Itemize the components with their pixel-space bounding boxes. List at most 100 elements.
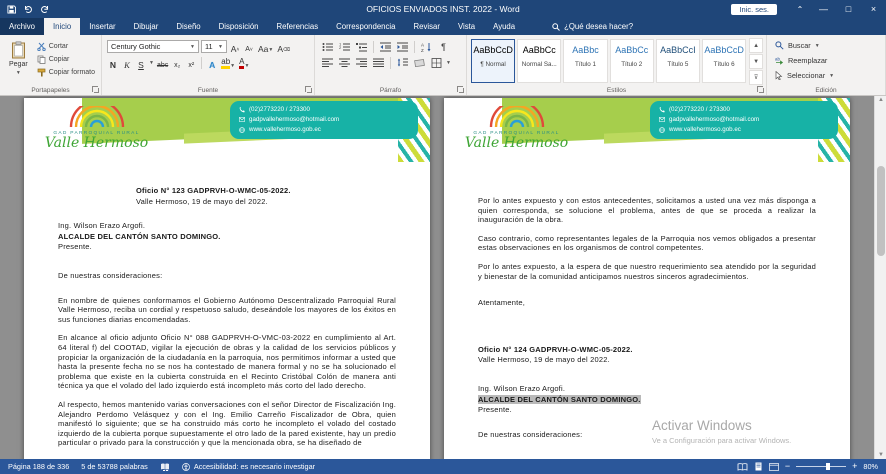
tab-ayuda[interactable]: Ayuda [484, 18, 524, 35]
tab-inicio[interactable]: Inicio [44, 18, 80, 35]
tab-insertar[interactable]: Insertar [80, 18, 124, 35]
grow-font-button[interactable]: A˄ [229, 40, 241, 53]
styles-more-button[interactable]: ⊽ [749, 70, 763, 85]
close-button[interactable]: × [861, 0, 886, 18]
ribbon-display-options-icon[interactable]: ⌃ [789, 0, 811, 18]
change-case-button[interactable]: Aa▼ [257, 40, 274, 53]
minimize-button[interactable]: — [811, 0, 836, 18]
tab-referencias[interactable]: Referencias [268, 18, 328, 35]
tab-archivo[interactable]: Archivo [0, 18, 44, 35]
scroll-up-icon[interactable]: ▲ [875, 97, 886, 103]
subscript-button[interactable]: x₂ [171, 56, 183, 69]
page-header: (02)2773220 / 273300 gadpvallehermoso@ho… [24, 98, 430, 178]
show-marks-button[interactable]: ¶ [436, 40, 451, 53]
maximize-button[interactable]: □ [836, 0, 861, 18]
increase-indent-button[interactable] [395, 40, 410, 53]
style-titulo-6[interactable]: AaBbCcD Título 6 [702, 39, 746, 83]
cursor-icon [775, 71, 783, 80]
shading-button[interactable] [412, 56, 427, 69]
borders-button[interactable] [429, 56, 444, 69]
zoom-slider[interactable] [796, 466, 846, 467]
style-titulo-1[interactable]: AaBbc Título 1 [563, 39, 607, 83]
decrease-indent-button[interactable] [378, 40, 393, 53]
tab-revisar[interactable]: Revisar [405, 18, 449, 35]
zoom-out-button[interactable]: − [785, 462, 790, 471]
text-effects-button[interactable]: A [206, 56, 218, 69]
find-button[interactable]: Buscar ▼ [770, 38, 882, 53]
line-spacing-button[interactable] [395, 56, 410, 69]
vertical-scrollbar[interactable]: ▲ ▼ [874, 96, 886, 459]
replace-button[interactable]: ab Reemplazar [770, 53, 882, 68]
highlight-button[interactable]: ab▼ [220, 56, 236, 69]
tab-diseno[interactable]: Diseño [167, 18, 209, 35]
align-center-button[interactable] [337, 56, 352, 69]
globe-icon [659, 127, 665, 133]
strikethrough-button[interactable]: abc [156, 56, 169, 69]
zoom-in-button[interactable]: + [852, 462, 857, 471]
print-layout-button[interactable] [754, 462, 763, 471]
numbering-button[interactable]: 12 [337, 40, 352, 53]
select-button[interactable]: Seleccionar ▼ [770, 68, 882, 83]
chevron-down-icon: ▼ [218, 44, 223, 50]
clear-formatting-button[interactable]: A⌫ [276, 40, 291, 53]
svg-text:A: A [421, 42, 424, 47]
styles-scroll-up-button[interactable]: ▲ [749, 38, 763, 53]
page-count[interactable]: Página 188 de 336 [8, 462, 69, 471]
undo-icon[interactable] [23, 5, 33, 14]
scroll-down-icon[interactable]: ▼ [875, 452, 886, 458]
tell-me-box[interactable]: ¿Qué desea hacer? [552, 18, 633, 35]
scissors-icon [37, 42, 46, 51]
align-left-button[interactable] [320, 56, 335, 69]
shrink-font-button[interactable]: A˅ [243, 40, 255, 53]
document-page-right[interactable]: (02)2773220 / 273300 gadpvallehermoso@ho… [444, 98, 850, 459]
cut-button[interactable]: Cortar [34, 40, 98, 53]
group-font: Century Gothic▼ 11▼ A˄ A˅ Aa▼ A⌫ N K S ▼… [102, 35, 315, 95]
mail-icon [659, 117, 665, 122]
styles-scroll-down-button[interactable]: ▼ [749, 54, 763, 69]
document-page-left[interactable]: (02)2773220 / 273300 gadpvallehermoso@ho… [24, 98, 430, 459]
font-family-select[interactable]: Century Gothic▼ [107, 40, 199, 53]
multilevel-list-button[interactable] [354, 40, 369, 53]
window-title: OFICIOS ENVIADOS INST. 2022 - Word [366, 4, 519, 14]
page-header: (02)2773220 / 273300 gadpvallehermoso@ho… [444, 98, 850, 178]
font-size-select[interactable]: 11▼ [201, 40, 227, 53]
tell-me-label: ¿Qué desea hacer? [564, 22, 633, 31]
tab-disposicion[interactable]: Disposición [210, 18, 268, 35]
chevron-down-icon[interactable]: ▼ [149, 60, 154, 66]
spellcheck-icon[interactable] [160, 463, 170, 471]
tab-correspondencia[interactable]: Correspondencia [327, 18, 404, 35]
paste-button[interactable]: Pegar ▼ [3, 38, 34, 79]
svg-text:Z: Z [421, 48, 424, 52]
chevron-down-icon[interactable]: ▼ [446, 60, 451, 66]
word-count[interactable]: 5 de 53788 palabras [81, 462, 148, 471]
style-no-spacing[interactable]: AaBbCc Normal Sa... [517, 39, 561, 83]
tab-vista[interactable]: Vista [449, 18, 484, 35]
align-right-button[interactable] [354, 56, 369, 69]
read-mode-button[interactable] [737, 463, 748, 471]
font-color-button[interactable]: A▼ [238, 56, 250, 69]
scrollbar-thumb[interactable] [877, 166, 885, 256]
redo-icon[interactable] [40, 5, 50, 14]
style-titulo-2[interactable]: AaBbCc Título 2 [610, 39, 654, 83]
signin-button[interactable]: Inic. ses. [731, 4, 777, 15]
italic-button[interactable]: K [121, 56, 133, 69]
style-normal[interactable]: AaBbCcD ¶ Normal [471, 39, 515, 83]
underline-button[interactable]: S [135, 56, 147, 69]
format-painter-button[interactable]: Copiar formato [34, 66, 98, 79]
web-layout-button[interactable] [769, 463, 779, 471]
chevron-down-icon: ▼ [829, 73, 834, 79]
justify-button[interactable] [371, 56, 386, 69]
zoom-level[interactable]: 80% [863, 462, 878, 471]
group-paragraph: 12 AZ ¶ [315, 35, 467, 95]
style-titulo-5[interactable]: AaBbCcI Título 5 [656, 39, 700, 83]
accessibility-check[interactable]: Accesibilidad: es necesario investigar [182, 462, 315, 471]
bullets-button[interactable] [320, 40, 335, 53]
oficio-date: Valle Hermoso, 19 de mayo del 2022. [136, 197, 396, 207]
zoom-slider-thumb[interactable] [826, 463, 830, 470]
sort-button[interactable]: AZ [419, 40, 434, 53]
tab-dibujar[interactable]: Dibujar [125, 18, 168, 35]
save-icon[interactable] [7, 5, 16, 14]
bold-button[interactable]: N [107, 56, 119, 69]
copy-button[interactable]: Copiar [34, 53, 98, 66]
superscript-button[interactable]: x² [185, 56, 197, 69]
